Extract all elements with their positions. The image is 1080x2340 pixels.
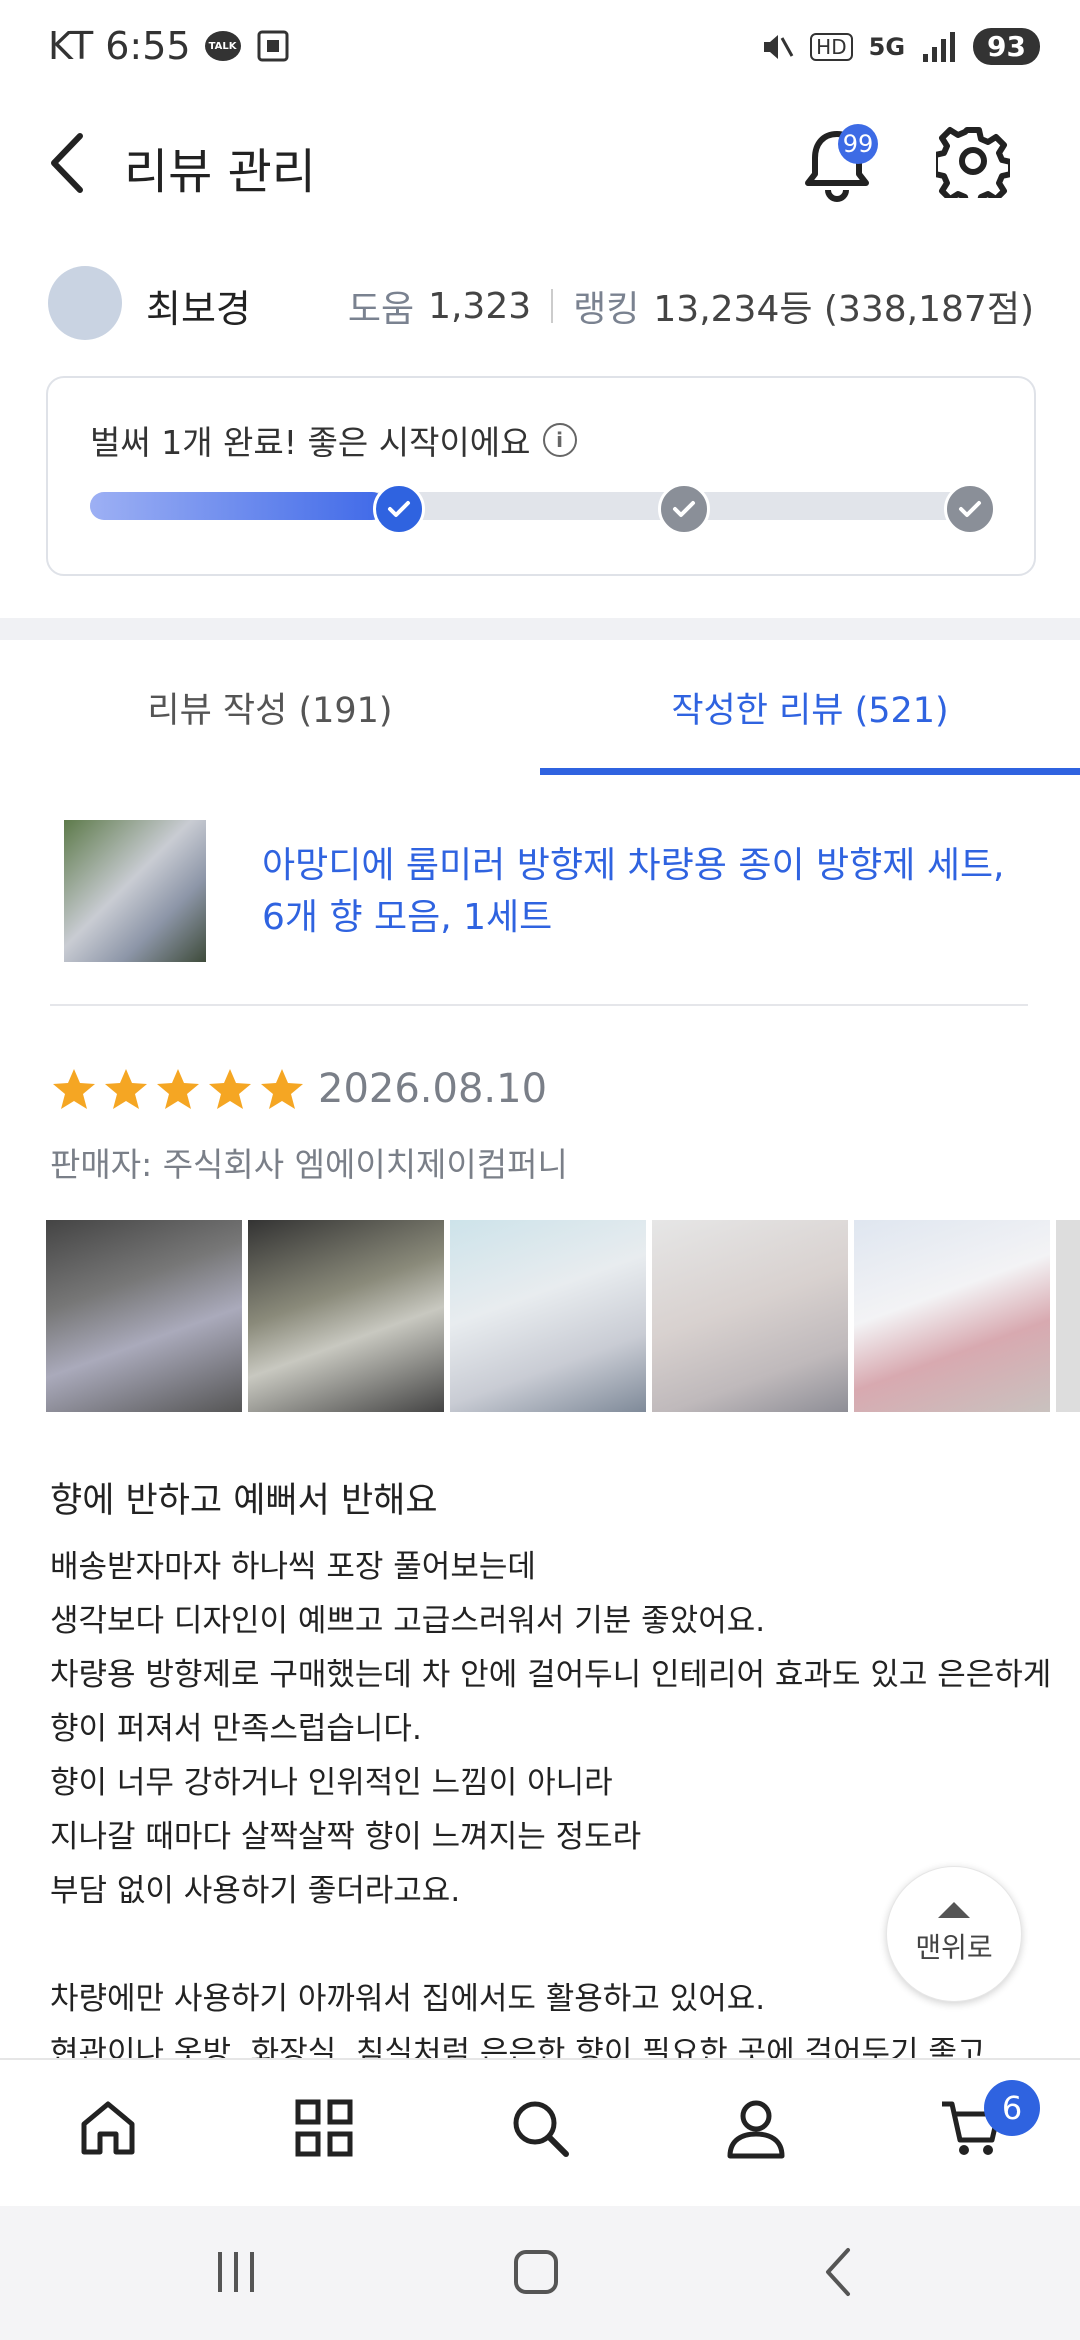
progress-message: 벌써 1개 완료! 좋은 시작이에요 [90,423,531,462]
ranking-label: 랭킹 [573,289,640,330]
scroll-to-top-label: 맨위로 [915,1931,993,1964]
home-button-icon[interactable] [508,2244,564,2300]
signal-icon [923,31,956,62]
seller-name: 판매자: 주식회사 엠에이치제이컴퍼니 [50,1145,568,1184]
divider [50,1004,1028,1006]
status-left: KT 6:55 TALK [48,24,291,68]
review-line: 생각보다 디자인이 예쁘고 고급스러워서 기분 좋았어요. [50,1603,766,1639]
review-photo[interactable] [854,1220,1050,1412]
hd-icon: HD [810,32,853,61]
battery-indicator: 93 [973,28,1040,65]
review-photo[interactable] [248,1220,444,1412]
home-icon[interactable] [76,2096,140,2160]
product-title[interactable]: 아망디에 룸미러 방향제 차량용 종이 방향제 세트, 6개 향 모음, 1세트 [262,840,1022,944]
product-thumbnail[interactable] [64,820,206,962]
search-icon[interactable] [508,2096,572,2160]
arrow-up-icon [938,1902,970,1918]
info-icon[interactable]: i [542,423,577,457]
star-icon [53,1069,95,1109]
scroll-to-top-button[interactable]: 맨위로 [886,1866,1022,2002]
ranking-value: 13,234등 (338,187점) [653,289,1034,330]
tab-write-review[interactable]: 리뷰 작성 (191) [0,682,540,733]
review-title: 향에 반하고 예뻐서 반해요 [50,1481,438,1521]
review-line: 지나갈 때마다 살짝살짝 향이 느껴지는 정도라 [50,1819,642,1855]
review-photo[interactable] [1056,1220,1080,1412]
cart-count-badge: 6 [984,2080,1040,2136]
mute-icon [764,34,794,59]
rating-stars [50,1066,306,1114]
progress-step-3-check-icon [944,483,996,535]
help-value: 1,323 [428,285,532,327]
review-photos[interactable] [46,1220,1080,1412]
star-icon [209,1069,251,1109]
recent-apps-icon[interactable] [208,2244,264,2300]
back-button-icon[interactable] [812,2244,868,2300]
review-photo[interactable] [450,1220,646,1412]
review-line: 차량용 방향제로 구매했는데 차 안에 걸어두니 인테리어 효과도 있고 은은하… [50,1657,1052,1693]
avatar [48,266,122,340]
review-line: 향이 너무 강하거나 인위적인 느낌이 아니라 [50,1765,613,1801]
star-icon [261,1069,303,1109]
kakaotalk-icon: TALK [204,31,241,61]
carrier-time: KT 6:55 [48,24,191,68]
notification-badge: 99 [838,124,878,164]
user-icon[interactable] [724,2096,788,2160]
status-right: HD 5G 93 [760,28,1040,65]
progress-card [46,376,1036,576]
status-bar: KT 6:55 TALK HD 5G 93 [0,0,1080,100]
help-label: 도움 [347,289,415,330]
section-divider [0,618,1080,640]
screenshot-icon [257,30,289,62]
progress-step-1-check-icon [373,483,425,535]
review-line: 배송받자마자 하나씩 포장 풀어보는데 [50,1549,536,1585]
review-photo[interactable] [652,1220,848,1412]
progress-step-2-check-icon [658,483,710,535]
review-date: 2026.08.10 [318,1066,548,1112]
tab-written-reviews[interactable]: 작성한 리뷰 (521) [540,682,1080,733]
active-tab-indicator [540,768,1080,775]
category-grid-icon[interactable] [292,2096,356,2160]
username: 최보경 [146,287,251,331]
progress-fill [90,492,386,520]
stats-divider [551,289,554,323]
profile-stats: 도움 1,323 랭킹 13,234등 (338,187점) [348,280,1034,332]
progress-message-row: 벌써 1개 완료! 좋은 시작이에요 i [90,416,577,464]
review-photo[interactable] [46,1220,242,1412]
review-body: 배송받자마자 하나씩 포장 풀어보는데 생각보다 디자인이 예쁘고 고급스러워서… [50,1540,1052,2080]
star-icon [105,1069,147,1109]
review-line: 향이 퍼져서 만족스럽습니다. [50,1711,422,1747]
back-arrow-icon[interactable] [44,128,90,198]
review-line: 차량에만 사용하기 아까워서 집에서도 활용하고 있어요. [50,1981,766,2017]
network-5g-icon: 5G [868,32,906,61]
gear-icon[interactable] [936,124,1010,198]
page-title: 리뷰 관리 [124,144,316,200]
star-icon [157,1069,199,1109]
